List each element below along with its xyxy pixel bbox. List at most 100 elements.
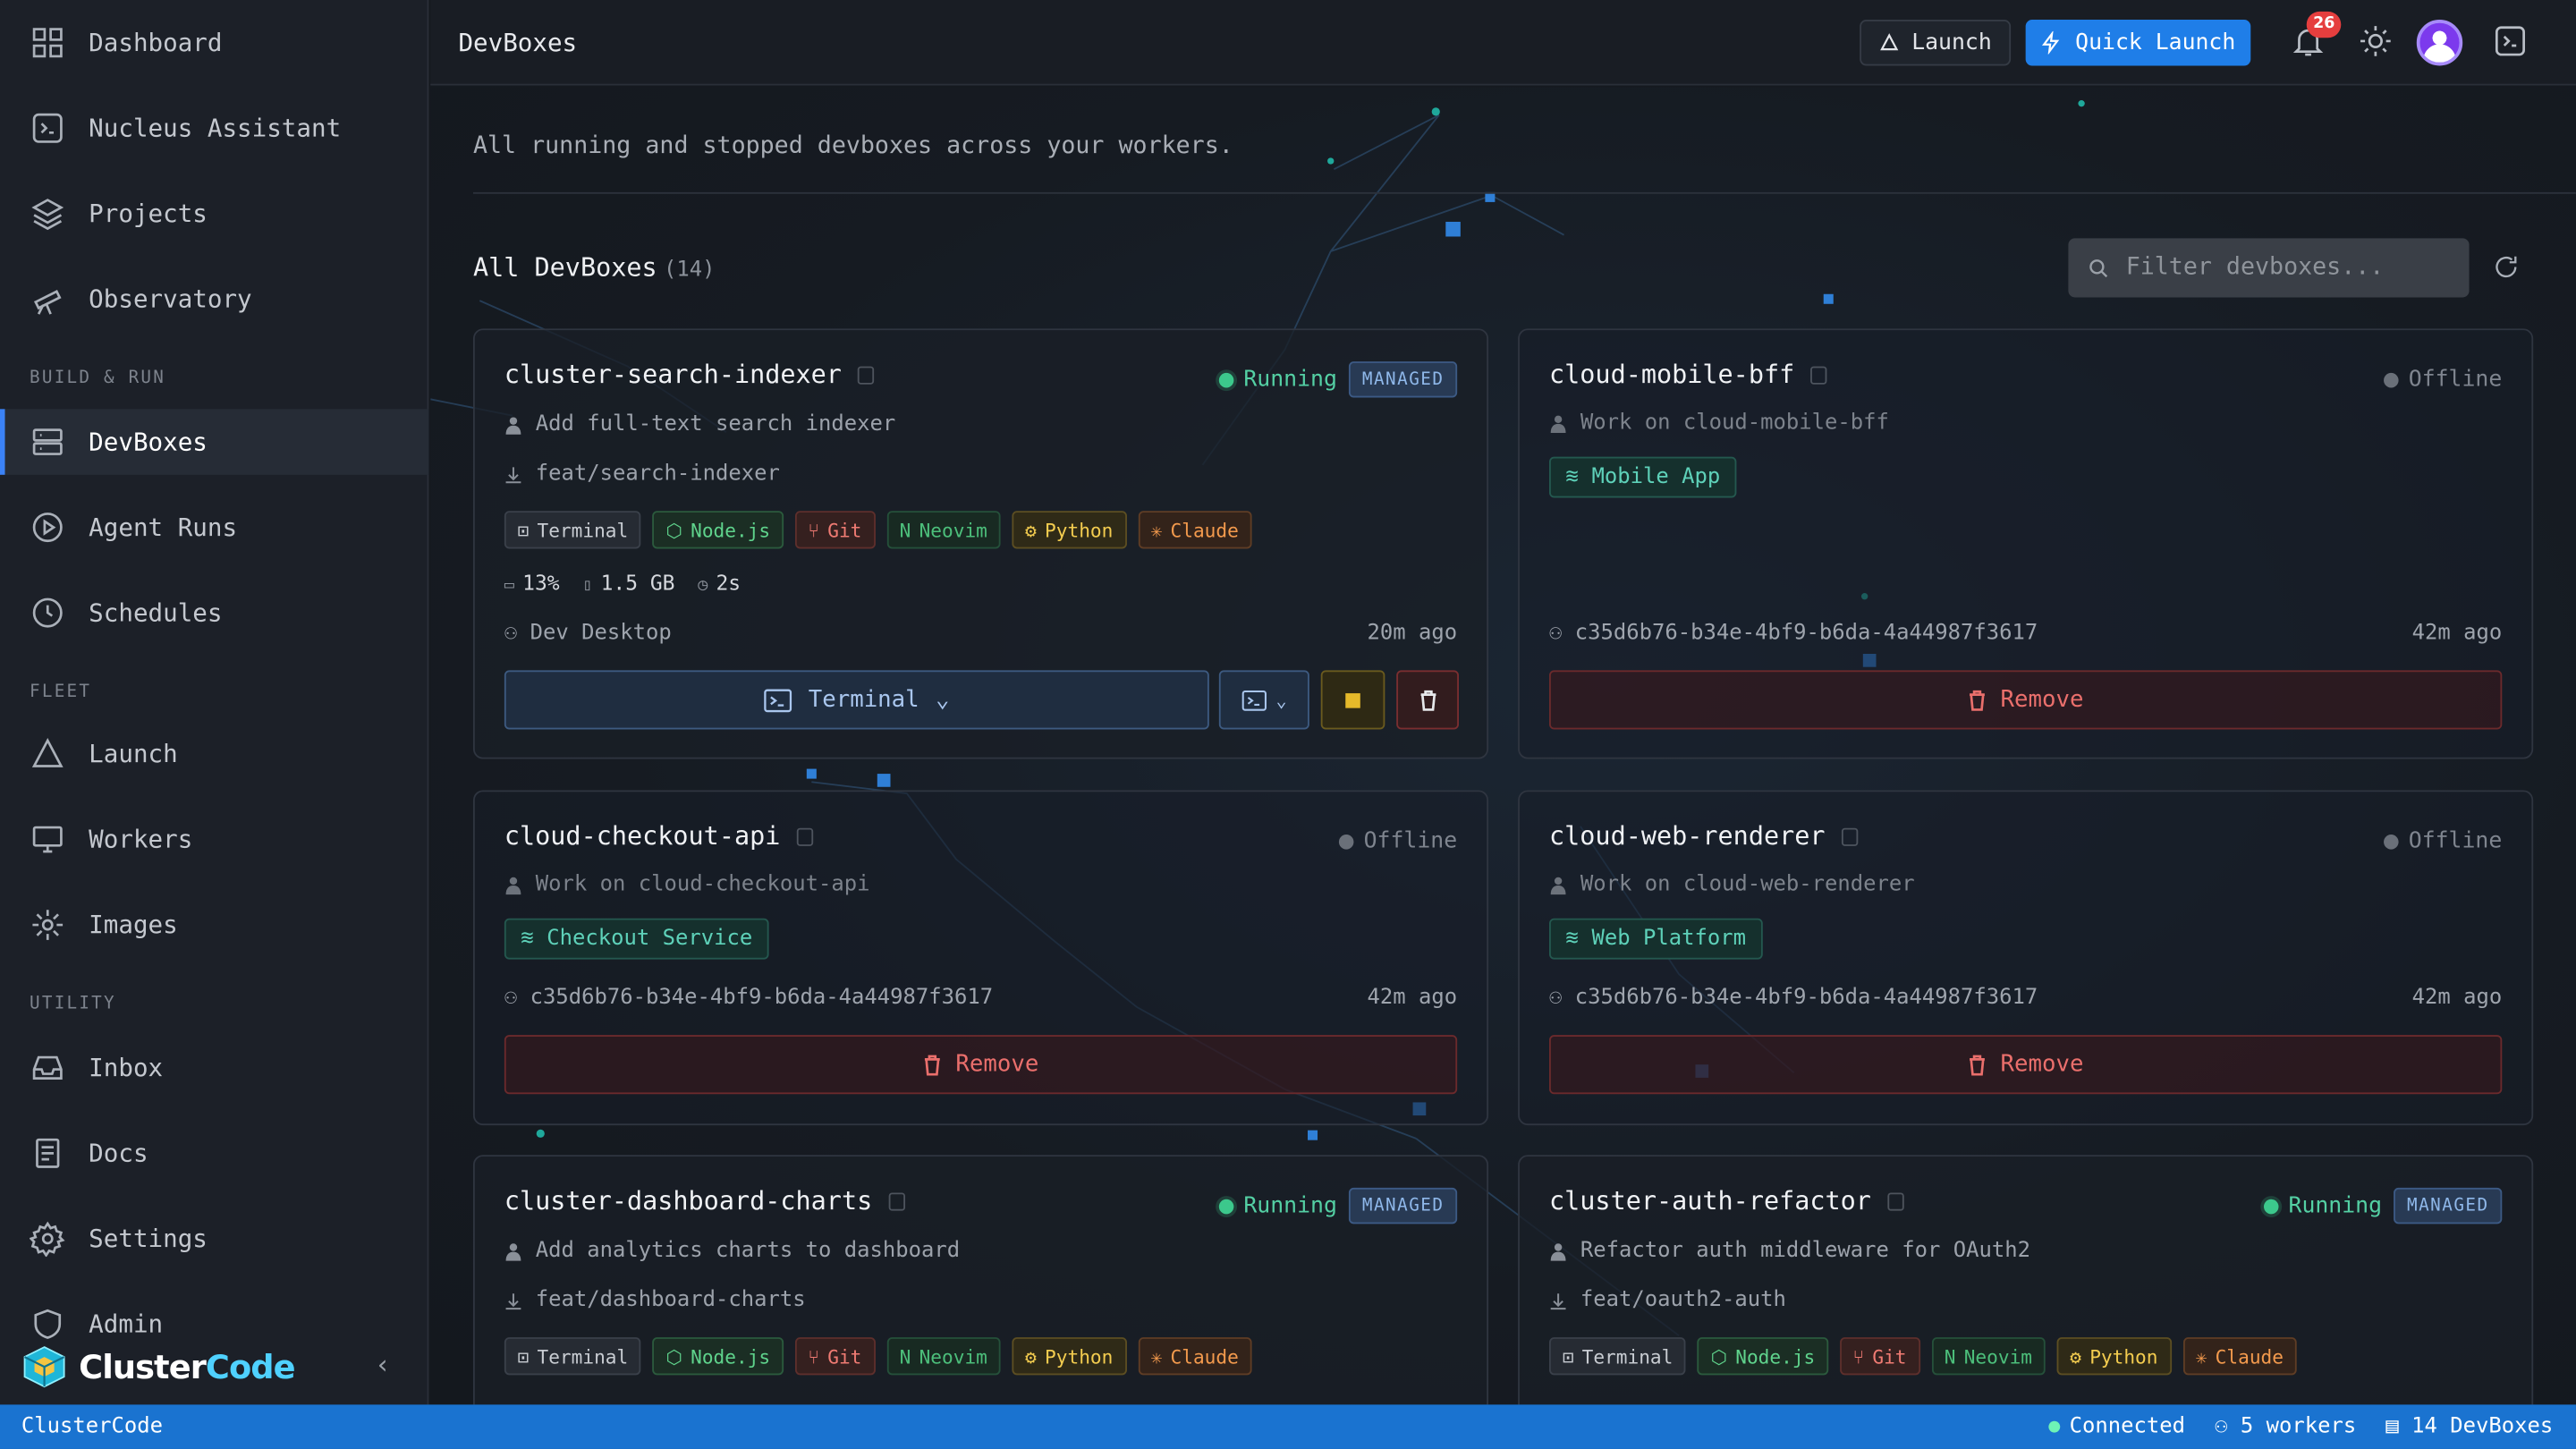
launch-button[interactable]: Launch bbox=[1860, 20, 2012, 66]
sidebar-item-launch[interactable]: Launch bbox=[0, 721, 428, 786]
copy-icon[interactable] bbox=[858, 365, 875, 384]
tool-tags: ⊡ Terminal ⬡ Node.js ⑂ Git N Neovim ⚙ Python … bbox=[1549, 1337, 2297, 1376]
tag-nodejs: ⬡ Node.js bbox=[652, 511, 784, 549]
person-icon bbox=[1550, 1242, 1566, 1260]
description-text: Work on cloud-checkout-api bbox=[535, 872, 870, 897]
page-subtitle: All running and stopped devboxes across … bbox=[472, 132, 1233, 160]
theme-toggle-button[interactable] bbox=[2358, 23, 2397, 63]
sidebar-item-workers[interactable]: Workers bbox=[0, 807, 428, 872]
shield-icon bbox=[34, 1309, 62, 1339]
sidebar-item-nucleus-assistant[interactable]: Nucleus Assistant bbox=[0, 96, 428, 161]
stop-button[interactable] bbox=[1320, 670, 1385, 730]
terminal-options-button[interactable]: ⌄ bbox=[1218, 670, 1309, 730]
assistant-panel-button[interactable] bbox=[2492, 23, 2531, 63]
terminal-icon: ⊡ bbox=[517, 518, 530, 542]
nodejs-icon: ⬡ bbox=[665, 518, 682, 542]
tag-label: Git bbox=[827, 518, 862, 542]
workers-status[interactable]: ⚇ 5 workers bbox=[2215, 1414, 2356, 1439]
sidebar-item-schedules[interactable]: Schedules bbox=[0, 580, 428, 645]
person-icon bbox=[1550, 876, 1566, 894]
user-icon: ⚇ bbox=[1549, 986, 1575, 1011]
open-terminal-button[interactable]: Terminal ⌄ bbox=[504, 670, 1209, 730]
collapse-sidebar-button[interactable]: ‹ bbox=[368, 1350, 397, 1380]
status-bar-app-name: ClusterCode bbox=[21, 1414, 164, 1439]
play-circle-icon bbox=[32, 513, 63, 543]
copy-icon[interactable] bbox=[796, 826, 814, 845]
trash-icon bbox=[1969, 1054, 1985, 1075]
sidebar-item-devboxes[interactable]: DevBoxes bbox=[0, 409, 429, 475]
sidebar-item-settings[interactable]: Settings bbox=[0, 1206, 428, 1271]
notification-count-badge: 26 bbox=[2306, 11, 2342, 38]
sidebar-item-projects[interactable]: Projects bbox=[0, 181, 428, 246]
clock-icon bbox=[32, 597, 63, 628]
user-icon: ⚇ bbox=[2215, 1414, 2241, 1439]
branch-text: feat/search-indexer bbox=[535, 462, 780, 487]
delete-button[interactable] bbox=[1396, 670, 1459, 730]
sidebar-item-label: Admin bbox=[89, 1309, 164, 1339]
copy-icon[interactable] bbox=[888, 1191, 905, 1210]
sidebar-item-docs[interactable]: Docs bbox=[0, 1121, 428, 1186]
last-activity: 42m ago bbox=[2411, 986, 2503, 1011]
project-tag[interactable]: ≋ Mobile App bbox=[1549, 456, 1737, 498]
user-avatar[interactable] bbox=[2416, 20, 2463, 66]
sidebar-item-inbox[interactable]: Inbox bbox=[0, 1035, 428, 1100]
sidebar-item-label: Launch bbox=[89, 739, 178, 769]
tool-tags: ⊡ Terminal ⬡ Node.js ⑂ Git N Neovim ⚙ Python … bbox=[504, 511, 1252, 549]
status-label: Running bbox=[1243, 1192, 1337, 1219]
sidebar-item-label: Inbox bbox=[89, 1053, 164, 1083]
description-text: Refactor auth middleware for OAuth2 bbox=[1580, 1238, 2031, 1264]
brand-prefix: Cluster bbox=[79, 1347, 207, 1387]
resource-stats: ▭ 13% ▯ 1.5 GB ◷ 2s bbox=[504, 570, 741, 595]
settings-icon bbox=[30, 1221, 65, 1258]
remove-button[interactable]: Remove bbox=[1549, 670, 2503, 730]
sidebar-item-agent-runs[interactable]: Agent Runs bbox=[0, 495, 428, 560]
description-text: Add full-text search indexer bbox=[535, 412, 896, 437]
timer-icon: ◷ bbox=[698, 576, 708, 595]
copy-icon[interactable] bbox=[1841, 826, 1859, 845]
status-label: Offline bbox=[2408, 827, 2503, 855]
project-tag[interactable]: ≋ Checkout Service bbox=[504, 918, 769, 960]
layers-icon bbox=[31, 199, 64, 231]
devbox-card: cluster-auth-refactor Running MANAGED Re… bbox=[1518, 1155, 2534, 1405]
sidebar-item-images[interactable]: Images bbox=[0, 892, 428, 957]
owner-text: Dev Desktop bbox=[530, 621, 672, 646]
sidebar-item-label: DevBoxes bbox=[89, 427, 208, 457]
workers-label: 5 workers bbox=[2240, 1414, 2357, 1439]
last-activity: 42m ago bbox=[1367, 986, 1458, 1011]
status-label: Running bbox=[1243, 366, 1337, 393]
devboxes-status[interactable]: ▤ 14 DevBoxes bbox=[2385, 1414, 2553, 1439]
terminal-icon bbox=[1241, 690, 1267, 710]
cpu-value: 13% bbox=[522, 570, 560, 595]
copy-icon[interactable] bbox=[1810, 365, 1827, 384]
refresh-button[interactable] bbox=[2492, 253, 2521, 283]
trash-icon bbox=[1969, 689, 1985, 710]
lightning-icon bbox=[2042, 30, 2060, 55]
sidebar-item-label: Agent Runs bbox=[89, 513, 238, 543]
section-title: All DevBoxes (14) bbox=[473, 253, 716, 283]
claude-icon: ✳ bbox=[1150, 518, 1163, 542]
layers-icon: ≋ bbox=[1565, 926, 1579, 952]
status-dot bbox=[2384, 834, 2399, 849]
sidebar-item-observatory[interactable]: Observatory bbox=[0, 267, 428, 332]
connection-label: Connected bbox=[2069, 1414, 2186, 1439]
devbox-branch: feat/search-indexer bbox=[504, 462, 780, 487]
brand-logo: ClusterCode bbox=[20, 1343, 296, 1389]
devbox-owner: ⚇ c35d6b76-b34e-4bf9-b6da-4a44987f3617 bbox=[1549, 986, 2038, 1011]
status-dot bbox=[1339, 834, 1354, 849]
quick-launch-button[interactable]: Quick Launch bbox=[2025, 20, 2251, 66]
remove-label: Remove bbox=[2000, 1051, 2084, 1078]
filter-devboxes-input[interactable]: Filter devboxes... bbox=[2068, 238, 2470, 298]
project-tag[interactable]: ≋ Web Platform bbox=[1549, 918, 1763, 960]
status-label: Offline bbox=[2408, 366, 2503, 393]
devbox-owner: ⚇ Dev Desktop bbox=[504, 621, 672, 646]
neovim-icon: N bbox=[1944, 1344, 1956, 1368]
branch-icon bbox=[505, 466, 521, 483]
connection-status[interactable]: Connected bbox=[2047, 1414, 2186, 1439]
copy-icon[interactable] bbox=[1887, 1191, 1904, 1210]
remove-button[interactable]: Remove bbox=[1549, 1035, 2503, 1095]
sidebar-item-dashboard[interactable]: Dashboard bbox=[0, 10, 428, 75]
devbox-card: cloud-checkout-api Offline Work on cloud… bbox=[472, 790, 1489, 1126]
remove-button[interactable]: Remove bbox=[504, 1035, 1458, 1095]
tool-tags: ⊡ Terminal ⬡ Node.js ⑂ Git N Neovim ⚙ Python … bbox=[504, 1337, 1252, 1376]
last-activity: 20m ago bbox=[1367, 621, 1458, 646]
